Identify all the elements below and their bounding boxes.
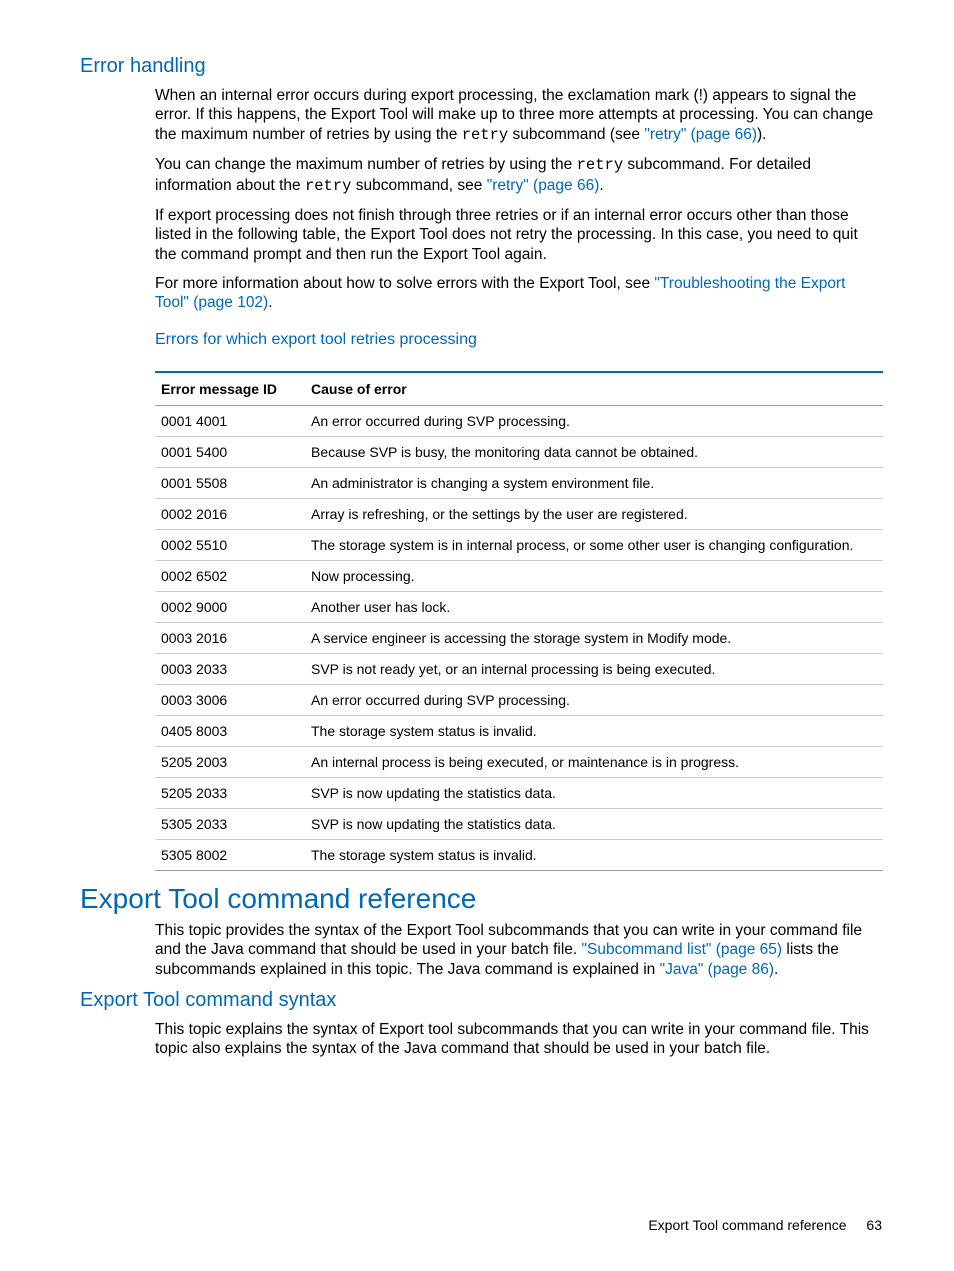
table-row: 0001 4001An error occurred during SVP pr… <box>155 405 883 436</box>
heading-command-reference: Export Tool command reference <box>80 883 882 915</box>
footer-section-title: Export Tool command reference <box>648 1217 846 1233</box>
table-title: Errors for which export tool retries pro… <box>155 331 882 349</box>
cell-error-id: 0001 5508 <box>155 467 305 498</box>
body-block: When an internal error occurs during exp… <box>155 86 882 349</box>
table-row: 5305 8002The storage system status is in… <box>155 839 883 870</box>
table-row: 0002 5510The storage system is in intern… <box>155 529 883 560</box>
document-page: Error handling When an internal error oc… <box>0 0 954 1271</box>
text: . <box>599 177 603 194</box>
cell-cause: SVP is now updating the statistics data. <box>305 777 883 808</box>
link-retry-page66[interactable]: "retry" (page 66) <box>487 177 600 194</box>
text: . <box>268 294 272 311</box>
text: ). <box>757 126 766 143</box>
text: subcommand (see <box>508 126 644 143</box>
cell-error-id: 5305 2033 <box>155 808 305 839</box>
table-row: 0002 6502Now processing. <box>155 560 883 591</box>
table-row: 0003 3006An error occurred during SVP pr… <box>155 684 883 715</box>
cell-cause: An error occurred during SVP processing. <box>305 405 883 436</box>
code-retry: retry <box>305 177 352 195</box>
table-row: 0002 9000Another user has lock. <box>155 591 883 622</box>
col-header-cause: Cause of error <box>305 372 883 406</box>
text: For more information about how to solve … <box>155 275 654 292</box>
cell-error-id: 0001 4001 <box>155 405 305 436</box>
heading-error-handling: Error handling <box>80 55 882 78</box>
cell-error-id: 0405 8003 <box>155 715 305 746</box>
cell-cause: Array is refreshing, or the settings by … <box>305 498 883 529</box>
cell-cause: The storage system is in internal proces… <box>305 529 883 560</box>
paragraph: This topic explains the syntax of Export… <box>155 1020 882 1059</box>
table-row: 5305 2033SVP is now updating the statist… <box>155 808 883 839</box>
cell-cause: Because SVP is busy, the monitoring data… <box>305 436 883 467</box>
cell-cause: A service engineer is accessing the stor… <box>305 622 883 653</box>
col-header-error-id: Error message ID <box>155 372 305 406</box>
cell-error-id: 0002 6502 <box>155 560 305 591</box>
table-row: 0001 5400Because SVP is busy, the monito… <box>155 436 883 467</box>
cell-error-id: 0003 2016 <box>155 622 305 653</box>
cell-error-id: 5205 2033 <box>155 777 305 808</box>
paragraph: You can change the maximum number of ret… <box>155 155 882 196</box>
paragraph: For more information about how to solve … <box>155 274 882 313</box>
cell-error-id: 5305 8002 <box>155 839 305 870</box>
body-block: This topic explains the syntax of Export… <box>155 1020 882 1059</box>
table-row: 0002 2016Array is refreshing, or the set… <box>155 498 883 529</box>
page-footer: Export Tool command reference 63 <box>648 1217 882 1233</box>
paragraph: This topic provides the syntax of the Ex… <box>155 921 882 979</box>
table-row: 0003 2033SVP is not ready yet, or an int… <box>155 653 883 684</box>
cell-cause: The storage system status is invalid. <box>305 715 883 746</box>
code-retry: retry <box>462 126 509 144</box>
cell-cause: The storage system status is invalid. <box>305 839 883 870</box>
cell-error-id: 0002 5510 <box>155 529 305 560</box>
page-number: 63 <box>866 1217 882 1233</box>
cell-error-id: 0001 5400 <box>155 436 305 467</box>
code-retry: retry <box>577 156 624 174</box>
cell-cause: Now processing. <box>305 560 883 591</box>
table-row: 5205 2033SVP is now updating the statist… <box>155 777 883 808</box>
table-row: 0003 2016A service engineer is accessing… <box>155 622 883 653</box>
paragraph: If export processing does not finish thr… <box>155 206 882 264</box>
cell-cause: SVP is now updating the statistics data. <box>305 808 883 839</box>
cell-error-id: 0003 3006 <box>155 684 305 715</box>
table-row: 0001 5508An administrator is changing a … <box>155 467 883 498</box>
cell-error-id: 0002 9000 <box>155 591 305 622</box>
body-block: This topic provides the syntax of the Ex… <box>155 921 882 979</box>
cell-cause: An error occurred during SVP processing. <box>305 684 883 715</box>
paragraph: When an internal error occurs during exp… <box>155 86 882 145</box>
text: You can change the maximum number of ret… <box>155 156 577 173</box>
errors-table: Error message ID Cause of error 0001 400… <box>155 371 883 871</box>
link-subcommand-list-page65[interactable]: "Subcommand list" (page 65) <box>582 941 783 958</box>
cell-error-id: 0003 2033 <box>155 653 305 684</box>
cell-cause: Another user has lock. <box>305 591 883 622</box>
text: subcommand, see <box>351 177 486 194</box>
table-row: 0405 8003The storage system status is in… <box>155 715 883 746</box>
cell-cause: An administrator is changing a system en… <box>305 467 883 498</box>
cell-error-id: 5205 2003 <box>155 746 305 777</box>
cell-cause: An internal process is being executed, o… <box>305 746 883 777</box>
cell-cause: SVP is not ready yet, or an internal pro… <box>305 653 883 684</box>
link-retry-page66[interactable]: "retry" (page 66) <box>644 126 757 143</box>
link-java-page86[interactable]: "Java" (page 86) <box>660 961 774 978</box>
heading-command-syntax: Export Tool command syntax <box>80 989 882 1012</box>
cell-error-id: 0002 2016 <box>155 498 305 529</box>
table-row: 5205 2003An internal process is being ex… <box>155 746 883 777</box>
text: . <box>774 961 778 978</box>
table-header-row: Error message ID Cause of error <box>155 372 883 406</box>
